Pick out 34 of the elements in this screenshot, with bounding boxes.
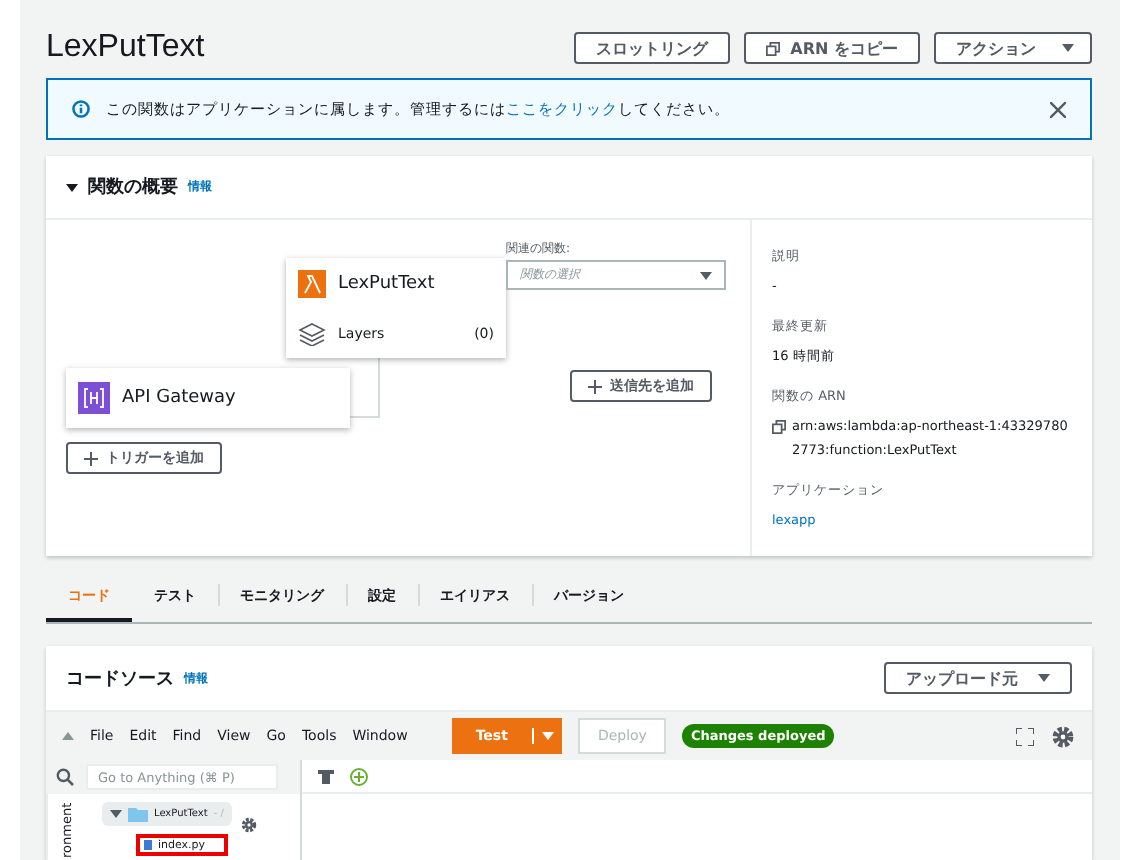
info-icon [72,100,90,118]
tab-icon[interactable] [318,769,334,783]
throttle-button[interactable]: スロットリング [574,32,731,64]
caret-icon [66,183,78,191]
file-icon [144,840,152,850]
search-icon [56,768,74,786]
upload-button[interactable]: アップロード元 [884,662,1072,694]
copy-arn-button[interactable]: ARN をコピー [744,32,920,64]
caret-icon [541,732,554,740]
caret-icon [1062,44,1074,52]
lambda-icon [298,269,326,297]
add-icon[interactable] [350,767,368,785]
page-title: LexPutText [46,30,207,66]
collapse-icon[interactable] [62,732,74,740]
section-title: コードソース [66,667,174,691]
caret-icon [700,271,712,279]
caret-icon [110,810,122,818]
trigger-node[interactable]: API Gateway [66,368,350,428]
trigger-name: API Gateway [122,388,236,408]
plus-icon [588,379,602,393]
caret-icon [1038,674,1050,682]
settings-icon[interactable] [240,816,258,834]
layers-icon [298,321,326,345]
copy-icon [766,41,781,55]
settings-icon[interactable] [1050,723,1076,749]
fullscreen-icon[interactable] [1016,727,1034,745]
plus-icon [84,451,98,465]
folder-icon [128,806,148,822]
actions-button[interactable]: アクション [934,32,1092,64]
function-name: LexPutText [338,273,435,293]
api-gateway-icon [78,382,110,414]
close-icon[interactable] [1050,101,1066,117]
copy-icon [772,420,786,434]
section-title: 関数の概要 [88,175,178,200]
